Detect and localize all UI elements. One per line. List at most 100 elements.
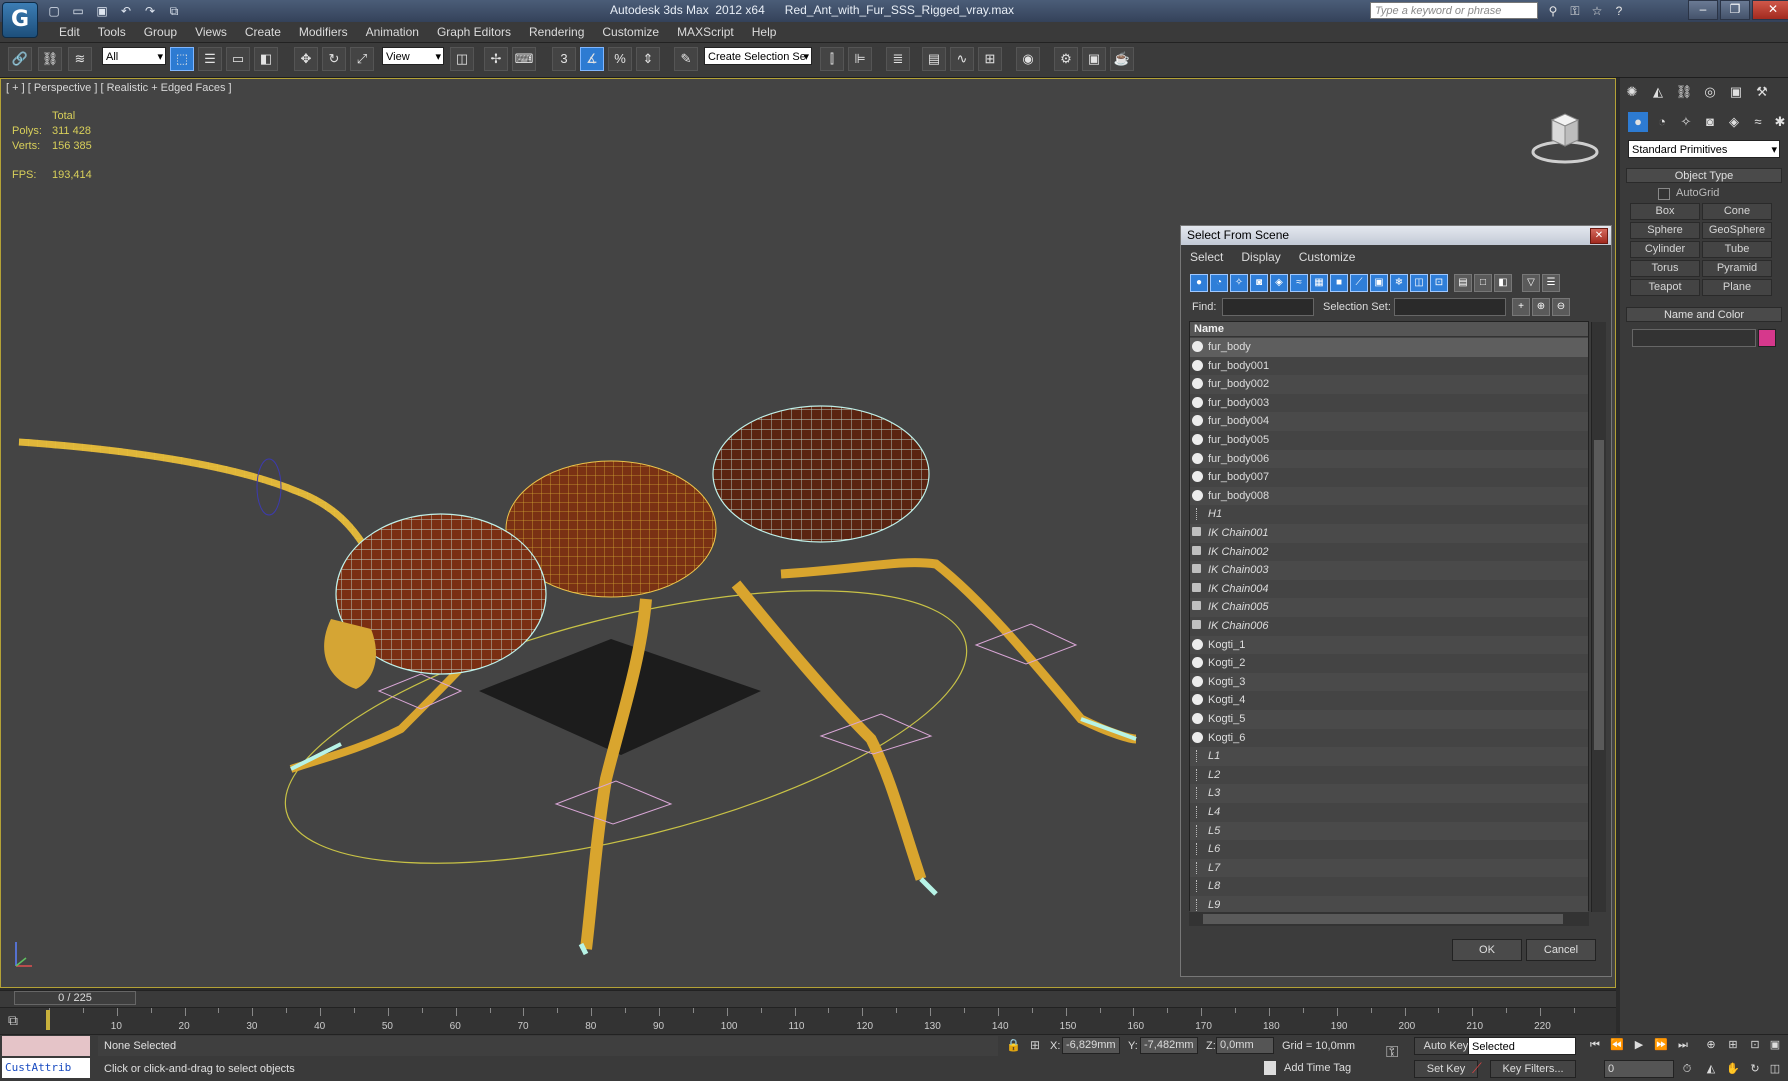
object-type-rollout[interactable]: Object Type	[1626, 168, 1782, 183]
filter-bones-icon[interactable]: ⟋	[1350, 274, 1368, 292]
graphite-ribbon-icon[interactable]: ▤	[922, 47, 946, 71]
menu-views[interactable]: Views	[186, 24, 236, 40]
menu-animation[interactable]: Animation	[357, 24, 428, 40]
material-editor-icon[interactable]: ◉	[1016, 47, 1040, 71]
find-input[interactable]	[1222, 298, 1314, 316]
list-item[interactable]: Kogti_5	[1190, 710, 1588, 729]
x-coordinate-field[interactable]: -6,829mm	[1062, 1037, 1120, 1054]
list-item[interactable]: L5	[1190, 821, 1588, 841]
list-item[interactable]: IK Chain005	[1190, 598, 1588, 617]
rotate-icon[interactable]: ↻	[322, 47, 346, 71]
list-item[interactable]: Kogti_1	[1190, 635, 1588, 655]
list-item[interactable]: L4	[1190, 803, 1588, 822]
ref-coord-dropdown[interactable]: View	[382, 47, 444, 66]
time-slider-track[interactable]	[0, 990, 1616, 1007]
create-tab-icon[interactable]: ✺	[1622, 82, 1642, 102]
sphere-button[interactable]: Sphere	[1630, 222, 1700, 239]
time-slider-thumb[interactable]: 0 / 225	[14, 991, 136, 1005]
filter-xrefs-icon[interactable]: ■	[1330, 274, 1348, 292]
zoom-extents-icon[interactable]: ⊡	[1746, 1036, 1764, 1054]
project-icon[interactable]: ⧉	[164, 2, 184, 20]
list-item[interactable]: fur_body006	[1190, 449, 1588, 469]
teapot-button[interactable]: Teapot	[1630, 279, 1700, 296]
link-icon[interactable]: 🔗	[8, 47, 32, 71]
list-item[interactable]: fur_body	[1190, 338, 1588, 357]
menu-group[interactable]: Group	[135, 24, 186, 40]
minimize-icon[interactable]: –	[1688, 0, 1718, 20]
list-item[interactable]: fur_body002	[1190, 375, 1588, 394]
list-item[interactable]: IK Chain002	[1190, 542, 1588, 562]
app-logo-icon[interactable]: G	[2, 2, 38, 38]
motion-tab-icon[interactable]: ◎	[1700, 82, 1720, 102]
open-icon[interactable]: ▭	[68, 2, 88, 20]
tube-button[interactable]: Tube	[1702, 241, 1772, 258]
menu-customize[interactable]: Customize	[593, 24, 668, 40]
remove-from-set-icon[interactable]: ⊖	[1552, 298, 1570, 316]
select-by-name-icon[interactable]: ☰	[198, 47, 222, 71]
new-icon[interactable]: ▢	[44, 2, 64, 20]
selection-lock-icon[interactable]: 🔒	[1006, 1038, 1021, 1052]
zoom-icon[interactable]: ⊕	[1702, 1036, 1720, 1054]
list-item[interactable]: fur_body003	[1190, 393, 1588, 413]
list-item[interactable]: IK Chain003	[1190, 561, 1588, 580]
maximize-viewport-icon[interactable]: ◫	[1766, 1060, 1784, 1078]
key-icon[interactable]: ⚿	[1566, 2, 1584, 20]
add-to-set-icon[interactable]: ⊕	[1532, 298, 1550, 316]
add-time-tag[interactable]: Add Time Tag	[1284, 1062, 1351, 1074]
bind-spacewarp-icon[interactable]: ≋	[68, 47, 92, 71]
dialog-menu-customize[interactable]: Customize	[1299, 250, 1356, 264]
filter-shapes-icon[interactable]: ◔	[1210, 274, 1228, 292]
go-to-end-icon[interactable]: ⏭	[1674, 1036, 1692, 1054]
time-tag-icon[interactable]	[1264, 1061, 1276, 1075]
help-icon[interactable]: ?	[1610, 2, 1628, 20]
filter-lights-icon[interactable]: ✧	[1230, 274, 1248, 292]
cone-button[interactable]: Cone	[1702, 203, 1772, 220]
filter-list-icon[interactable]: ☰	[1542, 274, 1560, 292]
move-icon[interactable]: ✥	[294, 47, 318, 71]
hierarchy-tab-icon[interactable]: ⛓	[1674, 82, 1694, 102]
unlink-icon[interactable]: ⛓	[38, 47, 62, 71]
autogrid-checkbox[interactable]	[1658, 188, 1670, 200]
list-item[interactable]: IK Chain006	[1190, 617, 1588, 636]
menu-create[interactable]: Create	[236, 24, 290, 40]
undo-icon[interactable]: ↶	[116, 2, 136, 20]
helpers-icon[interactable]: ◈	[1724, 112, 1744, 132]
dialog-close-icon[interactable]: ✕	[1590, 228, 1608, 244]
filter-helpers-icon[interactable]: ◈	[1270, 274, 1288, 292]
list-item[interactable]: H1	[1190, 505, 1588, 524]
go-to-start-icon[interactable]: ⏮	[1586, 1036, 1604, 1054]
set-key-button[interactable]: Set Key	[1414, 1060, 1478, 1078]
filter-funnel-icon[interactable]: ▽	[1522, 274, 1540, 292]
column-header-name[interactable]: Name	[1190, 322, 1588, 337]
percent-snap-icon[interactable]: %	[608, 47, 632, 71]
list-item[interactable]: fur_body005	[1190, 431, 1588, 450]
align-icon[interactable]: ⊫	[848, 47, 872, 71]
hscroll-thumb[interactable]	[1203, 914, 1563, 924]
curve-editor-icon[interactable]: ∿	[950, 47, 974, 71]
box-button[interactable]: Box	[1630, 203, 1700, 220]
list-item[interactable]: L2	[1190, 765, 1588, 785]
named-selection-dropdown[interactable]: Create Selection Se	[704, 47, 812, 66]
pan-icon[interactable]: ✋	[1724, 1060, 1742, 1078]
list-item[interactable]: IK Chain004	[1190, 579, 1588, 599]
layer-manager-icon[interactable]: ≣	[886, 47, 910, 71]
list-item[interactable]: Kogti_3	[1190, 672, 1588, 692]
filter-groups-icon[interactable]: ▦	[1310, 274, 1328, 292]
maxscript-listener-output[interactable]	[2, 1036, 90, 1056]
set-keys-key-icon[interactable]: ⚿	[1386, 1044, 1398, 1062]
list-item[interactable]: L8	[1190, 877, 1588, 896]
display-tab-icon[interactable]: ▣	[1726, 82, 1746, 102]
restore-icon[interactable]: ❐	[1720, 0, 1750, 20]
rendered-frame-icon[interactable]: ▣	[1082, 47, 1106, 71]
list-item[interactable]: L3	[1190, 784, 1588, 803]
filter-hidden-icon[interactable]: ◫	[1410, 274, 1428, 292]
list-item[interactable]: Kogti_2	[1190, 654, 1588, 673]
edit-named-sets-icon[interactable]: ✎	[674, 47, 698, 71]
previous-frame-icon[interactable]: ⏪	[1608, 1036, 1626, 1054]
pivot-icon[interactable]: ◫	[450, 47, 474, 71]
list-item[interactable]: fur_body008	[1190, 486, 1588, 506]
list-item[interactable]: fur_body001	[1190, 356, 1588, 376]
next-frame-icon[interactable]: ⏩	[1652, 1036, 1670, 1054]
select-manipulate-icon[interactable]: ✢	[484, 47, 508, 71]
shapes-icon[interactable]: ◔	[1652, 112, 1672, 132]
